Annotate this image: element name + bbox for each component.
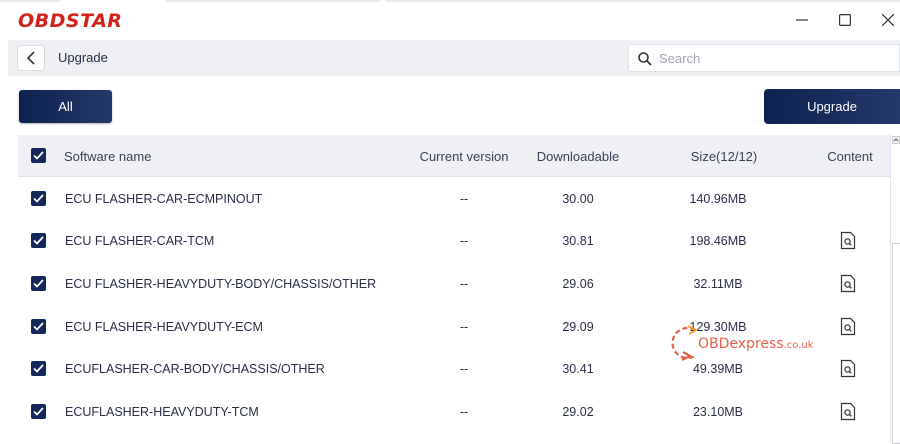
software-name: ECU FLASHER-HEAVYDUTY-ECM bbox=[65, 320, 263, 334]
file-size: 32.11MB bbox=[693, 277, 743, 291]
table-row[interactable]: ECU FLASHER-CAR-TCM -- 30.81 198.46MB bbox=[18, 220, 890, 262]
table-row[interactable]: ECUFLASHER-HEAVYDUTY-TCM -- 29.02 23.10M… bbox=[18, 391, 890, 433]
checkmark-icon bbox=[33, 151, 44, 160]
column-header-content: Content bbox=[827, 149, 873, 164]
top-divider bbox=[0, 0, 60, 2]
app-logo: OBDSTAR bbox=[18, 10, 123, 32]
scroll-up-icon[interactable] bbox=[892, 136, 900, 144]
software-name: ECU FLASHER-CAR-ECMPINOUT bbox=[65, 192, 263, 206]
row-checkbox[interactable] bbox=[31, 191, 46, 206]
software-name: ECU FLASHER-CAR-TCM bbox=[65, 234, 215, 248]
document-icon[interactable] bbox=[840, 274, 856, 293]
upgrade-button[interactable]: Upgrade bbox=[764, 89, 900, 124]
row-checkbox[interactable] bbox=[31, 276, 46, 291]
minimize-button[interactable] bbox=[790, 8, 814, 32]
current-version: -- bbox=[459, 192, 469, 206]
checkmark-icon bbox=[33, 236, 44, 245]
current-version: -- bbox=[459, 277, 469, 291]
close-button[interactable] bbox=[876, 8, 900, 32]
header-bar: Upgrade bbox=[8, 40, 900, 76]
file-size: 198.46MB bbox=[689, 234, 747, 248]
search-icon bbox=[638, 52, 652, 66]
document-icon[interactable] bbox=[840, 402, 856, 421]
column-header-current-version: Current version bbox=[419, 149, 509, 164]
table-header: Software name Current version Downloadab… bbox=[18, 135, 890, 177]
table-row[interactable]: ECUFLASHER-CAR-BODY/CHASSIS/OTHER -- 30.… bbox=[18, 348, 890, 390]
row-checkbox[interactable] bbox=[31, 361, 46, 376]
search-box[interactable] bbox=[628, 44, 900, 72]
column-header-name: Software name bbox=[64, 149, 152, 164]
vertical-scrollbar[interactable] bbox=[890, 135, 900, 444]
top-divider bbox=[385, 0, 900, 2]
checkmark-icon bbox=[33, 279, 44, 288]
back-button[interactable] bbox=[17, 45, 45, 71]
checkmark-icon bbox=[33, 364, 44, 373]
row-checkbox[interactable] bbox=[31, 319, 46, 334]
select-all-checkbox[interactable] bbox=[31, 148, 46, 163]
current-version: -- bbox=[459, 362, 469, 376]
maximize-button[interactable] bbox=[833, 8, 857, 32]
table-row[interactable]: ECU FLASHER-CAR-ECMPINOUT -- 30.00 140.9… bbox=[18, 178, 890, 220]
column-header-size: Size(12/12) bbox=[690, 149, 758, 164]
top-divider bbox=[165, 0, 380, 2]
page-title: Upgrade bbox=[58, 50, 108, 65]
close-icon bbox=[882, 14, 894, 26]
title-bar: OBDSTAR bbox=[0, 0, 900, 40]
checkmark-icon bbox=[33, 407, 44, 416]
column-header-downloadable: Downloadable bbox=[536, 149, 620, 164]
downloadable-version: 29.02 bbox=[562, 405, 594, 419]
scrollbar-thumb[interactable] bbox=[892, 243, 900, 444]
minimize-icon bbox=[796, 19, 808, 21]
checkmark-icon bbox=[33, 322, 44, 331]
software-name: ECUFLASHER-CAR-BODY/CHASSIS/OTHER bbox=[65, 362, 325, 376]
maximize-icon bbox=[839, 14, 851, 26]
downloadable-version: 30.00 bbox=[562, 192, 594, 206]
table-row[interactable]: ECU FLASHER-HEAVYDUTY-BODY/CHASSIS/OTHER… bbox=[18, 263, 890, 305]
current-version: -- bbox=[459, 405, 469, 419]
software-table: Software name Current version Downloadab… bbox=[18, 135, 890, 444]
chevron-left-icon bbox=[26, 51, 35, 65]
document-icon[interactable] bbox=[840, 359, 856, 378]
checkmark-icon bbox=[33, 194, 44, 203]
file-size: 129.30MB bbox=[689, 320, 747, 334]
current-version: -- bbox=[459, 234, 469, 248]
all-button[interactable]: All bbox=[19, 90, 112, 123]
file-size: 140.96MB bbox=[689, 192, 747, 206]
table-row[interactable]: ECU FLASHER-HEAVYDUTY-ECM -- 29.09 129.3… bbox=[18, 306, 890, 348]
row-checkbox[interactable] bbox=[31, 404, 46, 419]
document-icon[interactable] bbox=[840, 317, 856, 336]
downloadable-version: 30.81 bbox=[562, 234, 594, 248]
file-size: 23.10MB bbox=[692, 405, 744, 419]
downloadable-version: 30.41 bbox=[562, 362, 594, 376]
search-input[interactable] bbox=[659, 48, 889, 68]
downloadable-version: 29.06 bbox=[562, 277, 594, 291]
software-name: ECU FLASHER-HEAVYDUTY-BODY/CHASSIS/OTHER bbox=[65, 277, 377, 291]
document-icon[interactable] bbox=[840, 231, 856, 250]
current-version: -- bbox=[459, 320, 469, 334]
file-size: 49.39MB bbox=[692, 362, 744, 376]
row-checkbox[interactable] bbox=[31, 233, 46, 248]
software-name: ECUFLASHER-HEAVYDUTY-TCM bbox=[65, 405, 259, 419]
downloadable-version: 29.09 bbox=[562, 320, 594, 334]
